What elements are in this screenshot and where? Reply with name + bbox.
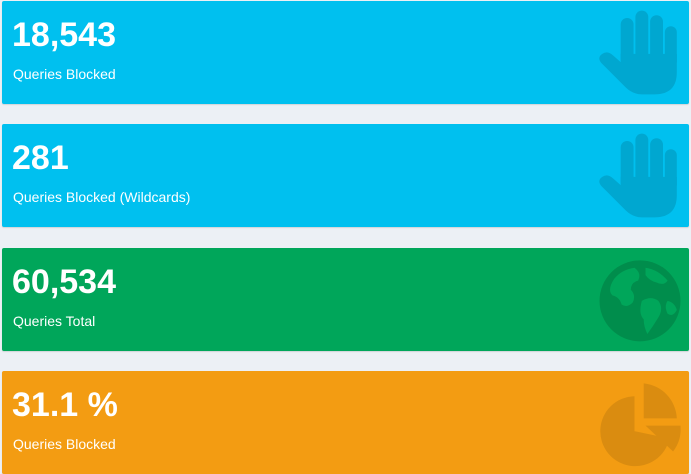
stat-box-queries-blocked: 18,543 Queries Blocked [2,1,689,104]
stat-label: Queries Total [13,313,96,329]
stat-box-percent-blocked: 31.1 % Queries Blocked [2,371,689,474]
stat-box-queries-total: 60,534 Queries Total [2,248,689,351]
stat-value: 31.1 % [12,386,118,424]
stat-label: Queries Blocked [13,66,116,82]
hand-icon [594,6,686,98]
stat-value: 281 [12,139,69,177]
stat-label: Queries Blocked [13,436,116,452]
stat-value: 18,543 [12,16,116,54]
globe-icon [594,253,686,345]
pie-chart-icon [594,376,686,468]
stat-label: Queries Blocked (Wildcards) [13,189,191,205]
stat-value: 60,534 [12,263,116,301]
stat-box-queries-blocked-wildcards: 281 Queries Blocked (Wildcards) [2,124,689,227]
hand-icon [594,129,686,221]
